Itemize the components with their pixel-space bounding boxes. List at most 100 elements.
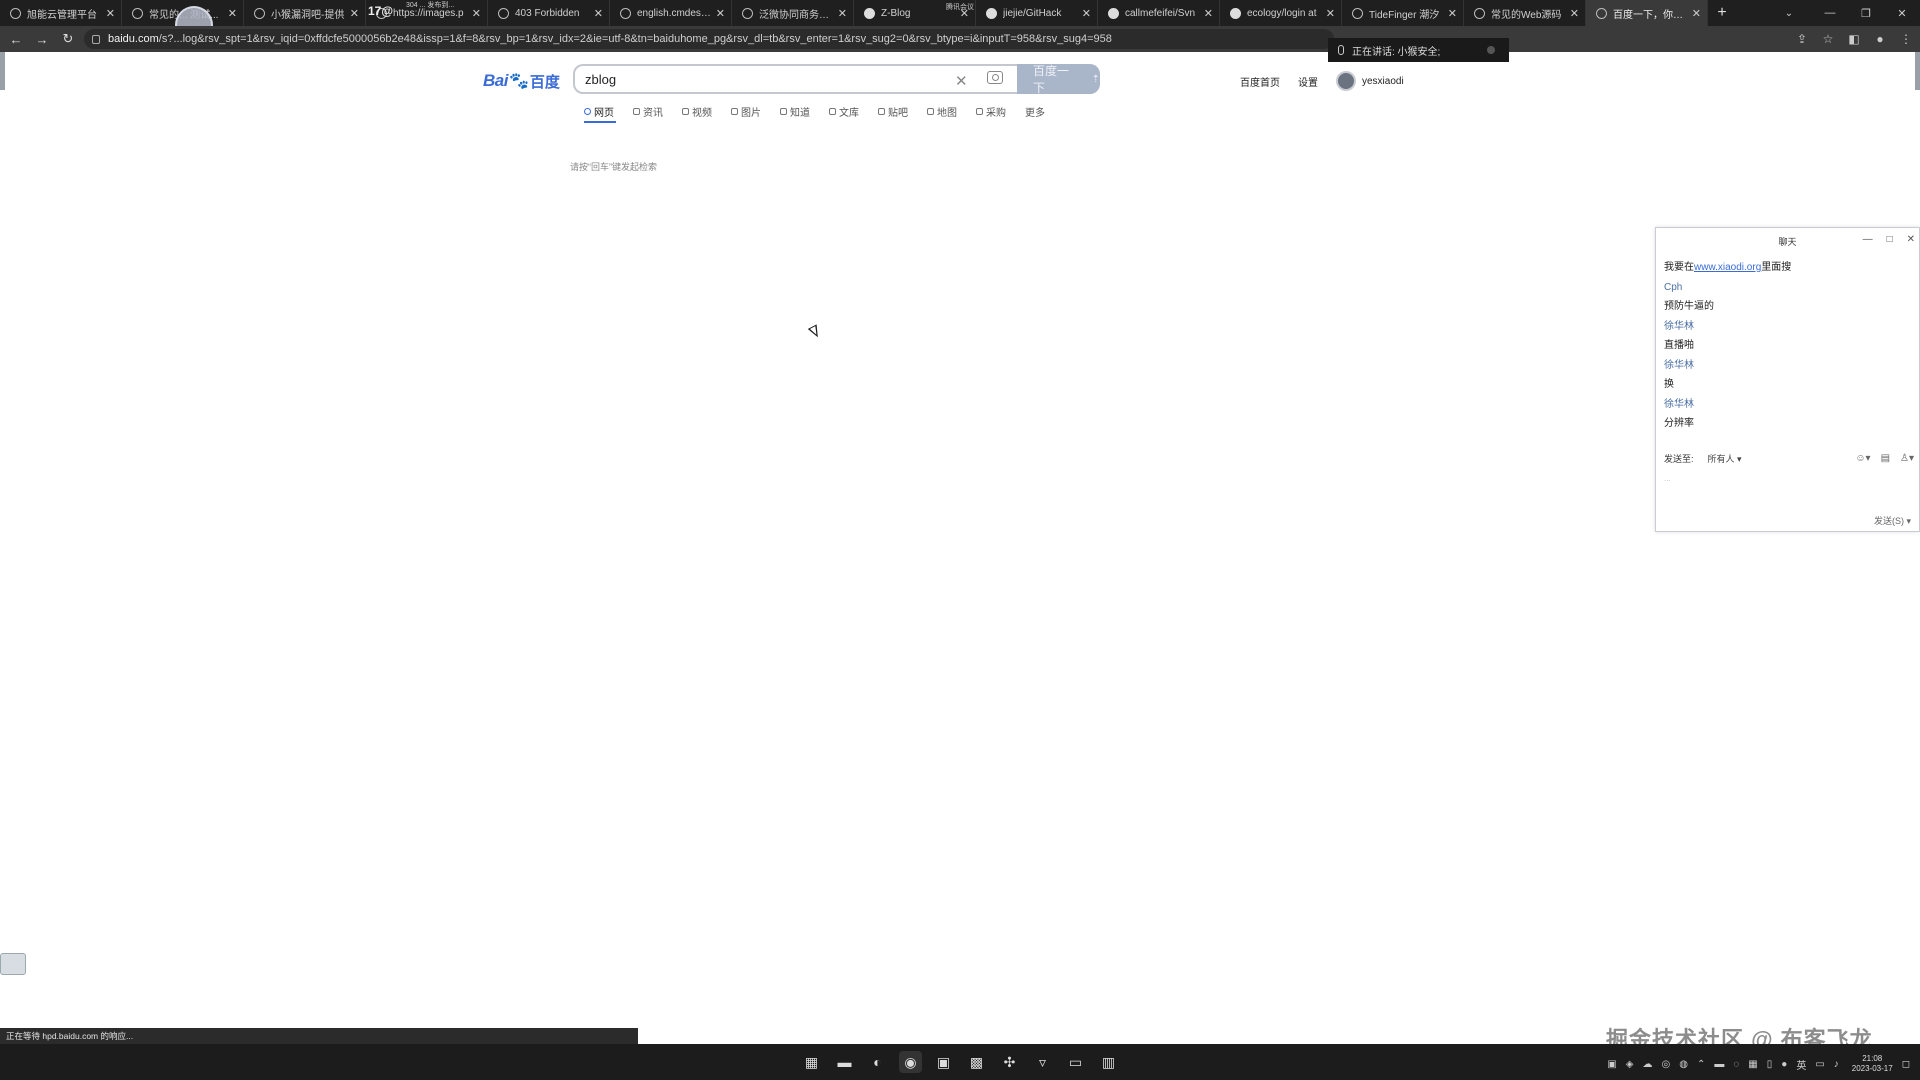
tab-zhidao[interactable]: 知道 (780, 104, 810, 119)
close-window-icon[interactable]: ✕ (1884, 0, 1920, 26)
voice-icon[interactable]: ⇡ (1092, 74, 1100, 85)
bookmark-star-icon[interactable]: ☆ (1820, 32, 1836, 46)
notification-icon[interactable]: ◻ (1902, 1059, 1910, 1070)
browser-tab[interactable]: ecology/login at ✕ (1220, 0, 1342, 26)
search-button-label: 百度一下 (1033, 64, 1070, 95)
browser-tab[interactable]: 常见的Web源码 ✕ (1464, 0, 1586, 26)
notes-icon[interactable]: ▣ (932, 1051, 955, 1073)
tab-close-icon[interactable]: ✕ (106, 7, 115, 20)
tab-close-icon[interactable]: ✕ (472, 7, 481, 20)
tab-close-icon[interactable]: ✕ (1448, 7, 1457, 20)
tab-map[interactable]: 地图 (927, 104, 957, 119)
terminal-icon[interactable]: ▭ (1064, 1051, 1087, 1073)
taskview-icon[interactable]: ▦ (800, 1051, 823, 1073)
tab-close-icon[interactable]: ✕ (838, 7, 847, 20)
tray-mic-icon[interactable]: ● (1781, 1059, 1787, 1070)
ime-indicator[interactable]: 英 (1796, 1057, 1806, 1072)
chat-send-button[interactable]: 发送(S) ▾ (1874, 514, 1911, 527)
tray-wechat-icon[interactable]: ◍ (1679, 1059, 1688, 1070)
file-icon[interactable]: ▤ (1881, 453, 1890, 464)
maximize-icon[interactable]: ❐ (1848, 0, 1884, 26)
new-tab-icon[interactable]: + (1708, 0, 1736, 26)
tab-close-icon[interactable]: ✕ (1082, 7, 1091, 20)
back-icon[interactable]: ← (6, 32, 26, 47)
chat-sender: 徐华林 (1664, 359, 1694, 371)
message-link[interactable]: www.xiaodi.org (1694, 262, 1761, 273)
nav-settings[interactable]: 设置 (1298, 74, 1318, 89)
address-bar[interactable]: baidu.com/s?...log&rsv_spt=1&rsv_iqid=0x… (84, 29, 1334, 49)
browser-tab[interactable]: 旭能云管理平台 ✕ (0, 0, 122, 26)
browser-tab[interactable]: 小猴漏洞吧-提供 ✕ (244, 0, 366, 26)
shield-icon (498, 7, 509, 19)
tray-game-icon[interactable]: ◎ (1661, 1059, 1670, 1070)
browser-tab[interactable]: TideFinger 潮汐 ✕ (1342, 0, 1464, 26)
tab-more[interactable]: 更多 (1025, 104, 1045, 119)
menu-icon[interactable]: ⋮ (1898, 32, 1914, 46)
nav-baidu-home[interactable]: 百度首页 (1240, 74, 1280, 89)
floating-keyboard-icon[interactable] (0, 953, 26, 975)
tray-chevron-icon[interactable]: ⌃ (1697, 1059, 1705, 1070)
search-button[interactable]: 百度一下 ⇡ (1017, 64, 1100, 95)
clear-icon[interactable]: ✕ (955, 72, 968, 90)
search-input[interactable]: zblog (573, 64, 1017, 94)
chat-message-input[interactable]: ... (1664, 474, 1912, 494)
tab-close-icon[interactable]: ✕ (350, 7, 359, 20)
chat-maximize-icon[interactable]: □ (1887, 234, 1893, 245)
tab-tieba[interactable]: 贴吧 (878, 104, 908, 119)
tab-close-icon[interactable]: ✕ (1326, 7, 1335, 20)
edge-icon[interactable]: ◐ (866, 1051, 889, 1073)
tray-battery-icon[interactable]: ▯ (1767, 1059, 1773, 1070)
browser-tab[interactable]: 403 Forbidden ✕ (488, 0, 610, 26)
browser-tab[interactable]: english.cmdesign ✕ (610, 0, 732, 26)
tray-message-icon[interactable]: ▬ (1714, 1059, 1724, 1070)
profile-icon[interactable]: ● (1872, 32, 1888, 46)
emoji-icon[interactable]: ☺▾ (1855, 453, 1870, 464)
avatar (1336, 71, 1356, 91)
tab-video[interactable]: 视频 (682, 104, 712, 119)
tray-display-icon[interactable]: ▭ (1815, 1059, 1824, 1070)
reload-icon[interactable]: ↻ (58, 31, 78, 47)
forward-icon[interactable]: → (32, 32, 52, 47)
browser-tab[interactable]: jiejie/GitHack ✕ (976, 0, 1098, 26)
file-explorer-icon[interactable]: ▬ (833, 1051, 856, 1073)
minimize-icon[interactable]: — (1812, 0, 1848, 26)
tab-close-icon[interactable]: ✕ (716, 7, 725, 20)
system-clock[interactable]: 21:08 2023-03-17 (1852, 1054, 1893, 1074)
tab-close-icon[interactable]: ✕ (594, 7, 603, 20)
chat-minimize-icon[interactable]: — (1863, 234, 1873, 245)
tool-icon[interactable]: ✣ (998, 1051, 1021, 1073)
user-menu[interactable]: yesxiaodi (1336, 71, 1404, 91)
send-to-select[interactable]: 所有人 ▾ (1708, 452, 1742, 465)
chat-header: 聊天 — □ ✕ (1656, 228, 1919, 254)
camera-icon[interactable] (987, 71, 1003, 84)
user-settings-icon[interactable]: ♙▾ (1900, 453, 1914, 464)
meeting-app-icon[interactable]: ▿ (1031, 1051, 1054, 1073)
tab-search-icon[interactable]: ⌄ (1776, 0, 1802, 26)
chat-close-icon[interactable]: ✕ (1907, 234, 1915, 245)
tray-grid-icon[interactable]: ▦ (1748, 1059, 1757, 1070)
baidu-logo[interactable]: Bai 🐾 百度 (483, 66, 563, 96)
chrome-icon[interactable]: ◉ (899, 1051, 922, 1073)
tab-close-icon[interactable]: ✕ (1570, 7, 1579, 20)
tab-images[interactable]: 图片 (731, 104, 761, 119)
volume-icon[interactable]: ♪ (1834, 1059, 1839, 1070)
browser-tab[interactable]: 泛微协同商务系统 ✕ (732, 0, 854, 26)
tray-cloud-icon[interactable]: ☁ (1642, 1059, 1652, 1070)
tray-sync-icon[interactable]: ◌ (1733, 1059, 1739, 1070)
tab-purchase[interactable]: 采购 (976, 104, 1006, 119)
photos-icon[interactable]: ▩ (965, 1051, 988, 1073)
share-icon[interactable]: ⇪ (1794, 32, 1810, 46)
tab-close-icon[interactable]: ✕ (228, 7, 237, 20)
tab-webpage[interactable]: 网页 (584, 104, 614, 119)
sidebar-icon[interactable]: ◧ (1846, 32, 1862, 46)
tray-shield-icon[interactable]: ◈ (1626, 1059, 1634, 1070)
tab-wenku[interactable]: 文库 (829, 104, 859, 119)
browser-tab[interactable]: 百度一下，你就知 ✕ (1586, 0, 1708, 26)
tab-news[interactable]: 资讯 (633, 104, 663, 119)
browser-tab[interactable]: callmefeifei/Svn ✕ (1098, 0, 1220, 26)
tab-close-icon[interactable]: ✕ (1204, 7, 1213, 20)
notepad-icon[interactable]: ▥ (1097, 1051, 1120, 1073)
tab-close-icon[interactable]: ✕ (1692, 7, 1701, 20)
tray-app-icon[interactable]: ▣ (1607, 1059, 1616, 1070)
tab-counter-sub: 304 ... 发布到... (406, 2, 455, 9)
